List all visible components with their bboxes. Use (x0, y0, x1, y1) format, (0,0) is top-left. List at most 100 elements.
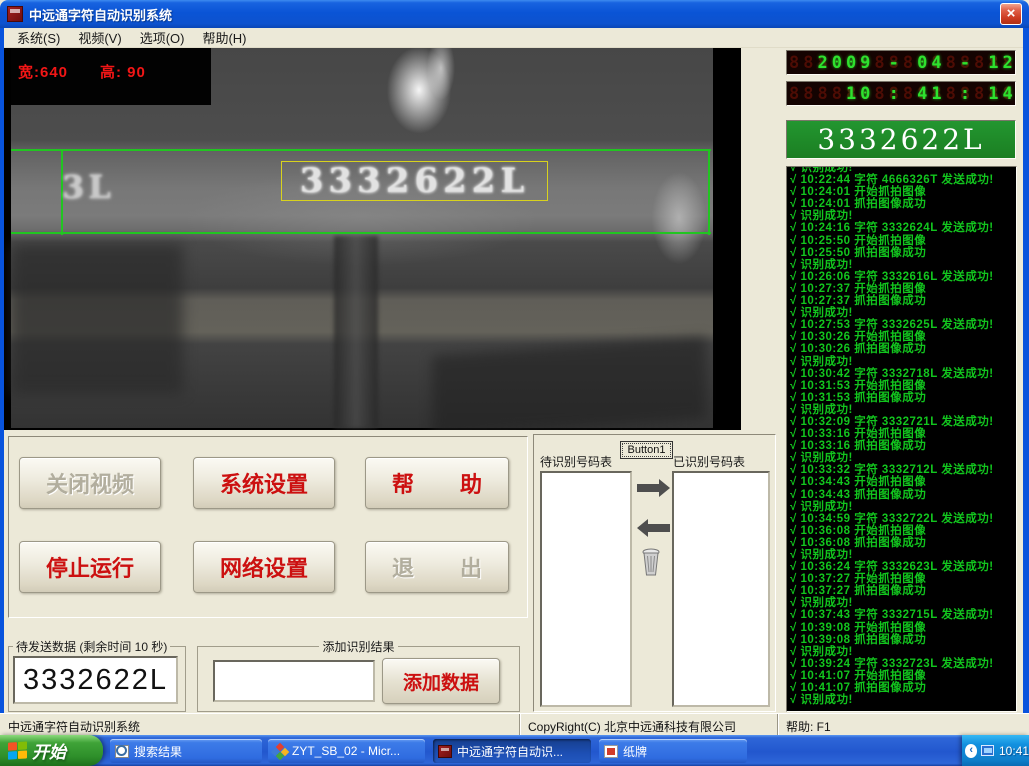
log-line: √ 10:30:26 抓拍图像成功 (790, 343, 1016, 355)
app-icon (7, 6, 23, 22)
video-post (334, 236, 378, 428)
log-line: √ 10:33:16 抓拍图像成功 (790, 440, 1016, 452)
video-width-label: 宽:640 (18, 61, 68, 82)
wagon-number-text: 3332622L (300, 161, 530, 201)
recognized-number-display: 3332622L (786, 120, 1016, 159)
log-line: √ 识别成功! (790, 597, 1016, 609)
windows-logo-icon (8, 741, 28, 760)
button1[interactable]: Button1 (620, 441, 673, 459)
log-line: √ 识别成功! (790, 404, 1016, 416)
led-date-value: 2009 - 04 - 12 (789, 53, 1016, 73)
status-app-name: 中远通字符自动识别系统 (0, 714, 520, 735)
tray-clock: 10:41 (999, 744, 1029, 758)
system-settings-label: 系统设置 (220, 467, 308, 499)
log-line: √ 10:34:59 字符 3332722L 发送成功! (790, 513, 1016, 525)
task-label: ZYT_SB_02 - Micr... (292, 744, 400, 758)
status-copyright: CopyRight(C) 北京中远通科技有限公司 (520, 714, 778, 735)
log-line: √ 10:27:53 字符 3332625L 发送成功! (790, 319, 1016, 331)
taskbar-task-search-results[interactable]: 搜索结果 (110, 739, 262, 763)
log-line: √ 10:25:50 开始抓拍图像 (790, 235, 1016, 247)
recognition-log[interactable]: √ 识别成功!√ 10:22:44 字符 4666326T 发送成功!√ 10:… (786, 166, 1017, 712)
log-line: √ 10:32:09 字符 3332721L 发送成功! (790, 416, 1016, 428)
log-line: √ 识别成功! (790, 356, 1016, 368)
plate-detection-box: 3332622L (281, 161, 548, 201)
network-tray-icon[interactable] (981, 745, 994, 756)
log-line: √ 10:24:16 字符 3332624L 发送成功! (790, 222, 1016, 234)
video-feed: 宽:640 高: 90 3L 3332622L (4, 48, 741, 430)
recognized-numbers-list[interactable] (672, 471, 770, 707)
pending-numbers-list[interactable] (540, 471, 632, 707)
network-settings-label: 网络设置 (220, 551, 308, 583)
log-line: √ 10:37:43 字符 3332715L 发送成功! (790, 609, 1016, 621)
log-line: √ 识别成功! (790, 646, 1016, 658)
taskbar-task-zyt-sb-02[interactable]: ZYT_SB_02 - Micr... (268, 739, 425, 763)
task-label: 中远通字符自动识... (457, 743, 563, 760)
log-line: √ 10:30:42 字符 3332718L 发送成功! (790, 368, 1016, 380)
menu-item[interactable]: 视频(V) (69, 26, 130, 49)
help-label: 帮 助 (392, 467, 482, 499)
log-line: √ 10:26:06 字符 3332616L 发送成功! (790, 271, 1016, 283)
log-line: √ 10:24:01 抓拍图像成功 (790, 198, 1016, 210)
led-time-display: 8888888888888888 10 : 41 : 14 (786, 81, 1016, 106)
log-line: √ 识别成功! (790, 307, 1016, 319)
control-buttons-panel: 关闭视频 系统设置 帮 助 停止运行 网络设置 退 出 (8, 436, 528, 618)
close-video-label: 关闭视频 (46, 467, 134, 499)
detection-band-right-line (708, 150, 710, 235)
log-line: √ 10:30:26 开始抓拍图像 (790, 331, 1016, 343)
taskbar-task-solitaire[interactable]: 纸牌 (599, 739, 747, 763)
log-line: √ 10:27:37 开始抓拍图像 (790, 283, 1016, 295)
add-result-input[interactable] (213, 660, 375, 702)
stop-run-button[interactable]: 停止运行 (19, 541, 161, 593)
recognized-number-value: 3332622L (817, 123, 984, 156)
move-right-arrow-icon[interactable] (637, 484, 659, 492)
menu-item[interactable]: 选项(O) (131, 26, 194, 49)
system-tray: ‹ 10:41 (962, 735, 1029, 766)
status-bar: 中远通字符自动识别系统 CopyRight(C) 北京中远通科技有限公司 帮助:… (0, 713, 1029, 735)
pending-data-legend: 待发送数据 (剩余时间 10 秒) (13, 638, 170, 655)
log-line: √ 识别成功! (790, 452, 1016, 464)
taskbar-task-recognition-app[interactable]: 中远通字符自动识... (433, 739, 591, 763)
log-line: √ 10:27:37 抓拍图像成功 (790, 295, 1016, 307)
close-button[interactable]: × (1000, 3, 1022, 25)
window-title: 中远通字符自动识别系统 (29, 5, 172, 24)
start-label: 开始 (32, 738, 66, 763)
menu-item[interactable]: 系统(S) (8, 26, 69, 49)
log-line: √ 识别成功! (790, 259, 1016, 271)
log-line: √ 10:39:24 字符 3332723L 发送成功! (790, 658, 1016, 670)
detection-band-bottom-line (11, 232, 711, 234)
trash-icon[interactable] (641, 547, 661, 577)
start-button[interactable]: 开始 (0, 735, 103, 766)
task-label: 纸牌 (623, 743, 647, 760)
log-line: √ 10:33:16 开始抓拍图像 (790, 428, 1016, 440)
log-line: √ 10:25:50 抓拍图像成功 (790, 247, 1016, 259)
taskbar: 开始 搜索结果 ZYT_SB_02 - Micr... 中远通字符自动识... … (0, 735, 1029, 766)
video-height-label: 高: 90 (100, 61, 146, 82)
video-shadow-left (11, 244, 183, 394)
close-video-button[interactable]: 关闭视频 (19, 457, 161, 509)
network-settings-button[interactable]: 网络设置 (193, 541, 335, 593)
log-line: √ 识别成功! (790, 210, 1016, 222)
pending-data-value: 3332622L (13, 656, 178, 704)
move-left-arrow-icon[interactable] (648, 524, 670, 532)
log-line: √ 10:31:53 抓拍图像成功 (790, 392, 1016, 404)
help-button[interactable]: 帮 助 (365, 457, 509, 509)
title-bar: 中远通字符自动识别系统 × (0, 0, 1029, 28)
log-line: √ 识别成功! (790, 166, 1016, 174)
led-time-value: 10 : 41 : 14 (789, 84, 1016, 104)
exit-label: 退 出 (392, 551, 482, 583)
log-line: √ 10:24:01 开始抓拍图像 (790, 186, 1016, 198)
system-settings-button[interactable]: 系统设置 (193, 457, 335, 509)
log-line: √ 10:37:27 开始抓拍图像 (790, 573, 1016, 585)
exit-button[interactable]: 退 出 (365, 541, 509, 593)
hide-icons-chevron-icon[interactable]: ‹ (965, 744, 977, 758)
log-line: √ 10:36:08 抓拍图像成功 (790, 537, 1016, 549)
add-data-button[interactable]: 添加数据 (382, 658, 500, 704)
log-line: √ 10:37:27 抓拍图像成功 (790, 585, 1016, 597)
menu-item[interactable]: 帮助(H) (193, 26, 255, 49)
log-line: √ 10:36:24 字符 3332623L 发送成功! (790, 561, 1016, 573)
led-date-display: 8888888888888888 2009 - 04 - 12 (786, 50, 1016, 75)
pending-list-label: 待识别号码表 (540, 453, 612, 470)
log-line: √ 识别成功! (790, 549, 1016, 561)
search-results-icon (115, 745, 129, 758)
log-line: √ 10:22:44 字符 4666326T 发送成功! (790, 174, 1016, 186)
